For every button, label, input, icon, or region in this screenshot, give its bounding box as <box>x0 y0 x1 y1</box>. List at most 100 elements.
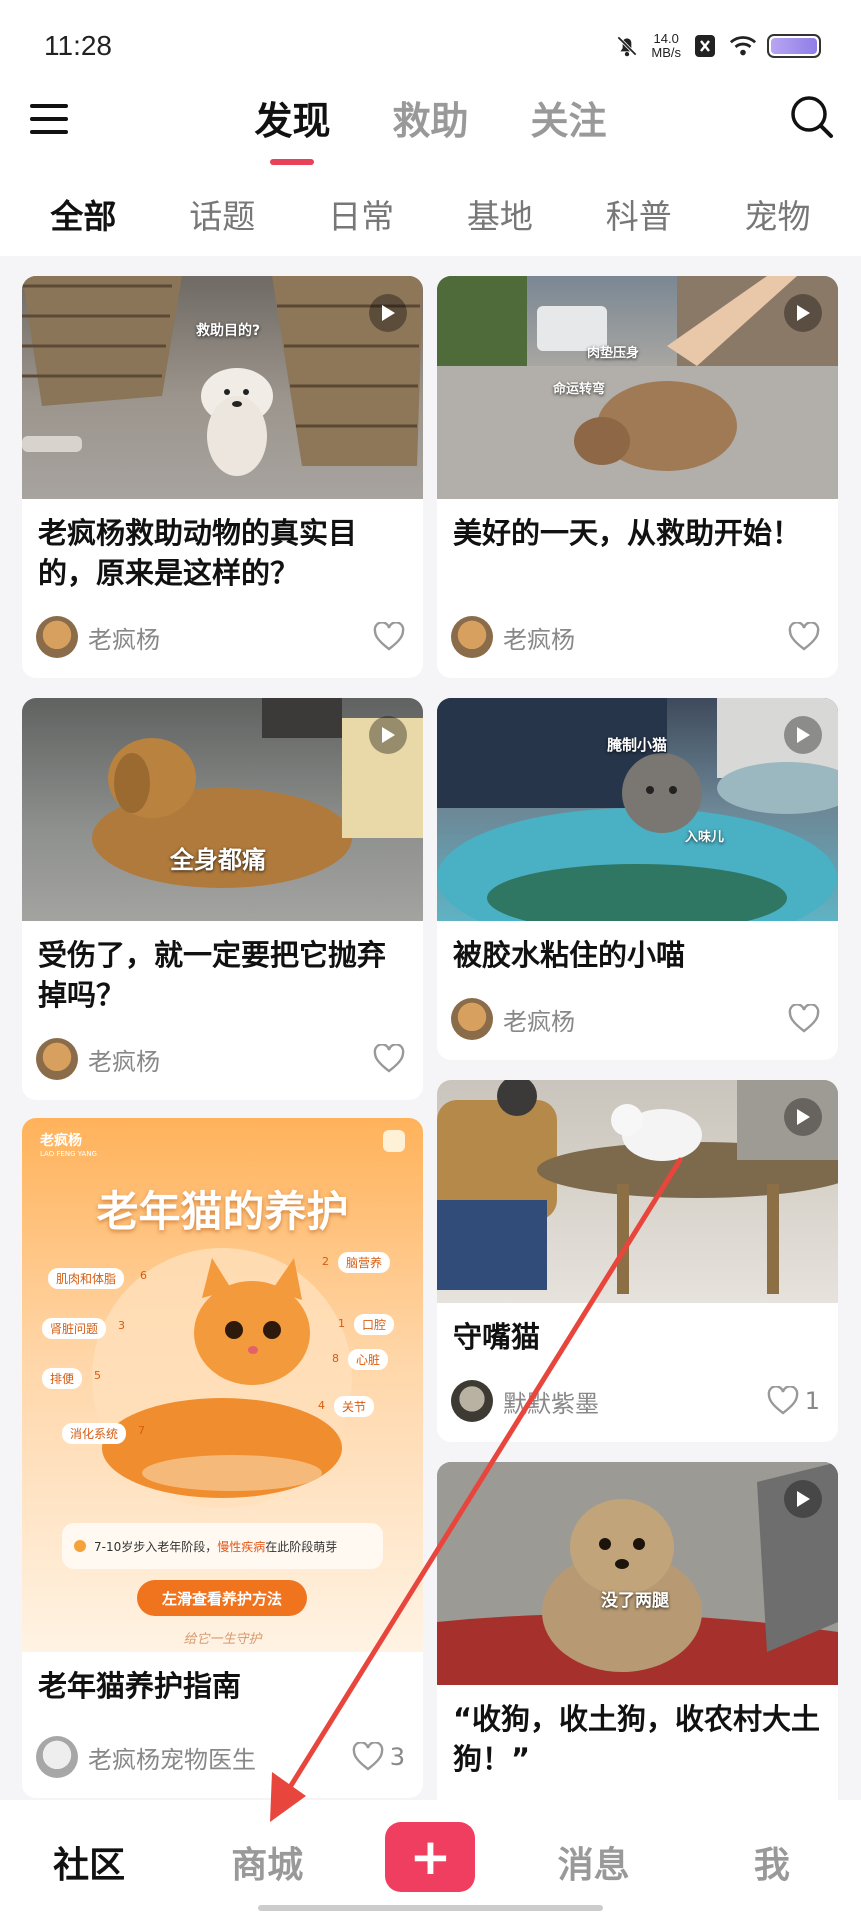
poster-tag: 肌肉和体脂 <box>48 1268 125 1289</box>
post-title[interactable]: “收狗，收土狗，收农村大土狗！” <box>437 1685 838 1779</box>
glued-kitten-image <box>437 698 838 921</box>
post-card[interactable]: 肉垫压身 命运转弯 美好的一天，从救助开始！ 老疯杨 <box>437 276 838 678</box>
tab-rescue[interactable]: 救助 <box>392 90 468 145</box>
like-button[interactable] <box>373 1044 405 1074</box>
search-icon[interactable] <box>787 92 837 142</box>
author-name[interactable]: 老疯杨 <box>503 620 788 655</box>
avatar[interactable] <box>451 998 493 1040</box>
poster-tag-num: 4 <box>318 1399 325 1412</box>
category-tabs: 全部 话题 日常 基地 科普 宠物 <box>0 190 861 254</box>
author-name[interactable]: 老疯杨宠物医生 <box>88 1740 352 1775</box>
play-icon <box>369 294 407 332</box>
thumbnail-caption: 没了两腿 <box>601 1591 669 1611</box>
post-card[interactable]: 没了两腿 “收狗，收土狗，收农村大土狗！” <box>437 1462 838 1800</box>
battery-icon <box>767 34 821 58</box>
heart-icon <box>373 622 405 651</box>
category-base[interactable]: 基地 <box>467 190 533 254</box>
tab-discover[interactable]: 发现 <box>254 90 330 145</box>
poster-tag-num: 7 <box>138 1424 145 1437</box>
post-footer: 老疯杨 <box>36 1036 405 1082</box>
poster-note: 7-10岁步入老年阶段，慢性疾病在此阶段萌芽 <box>94 1540 338 1554</box>
play-icon <box>369 716 407 754</box>
post-thumbnail[interactable]: 全身都痛 <box>22 698 423 921</box>
post-title[interactable]: 受伤了，就一定要把它抛弃掉吗？ <box>22 921 423 1015</box>
post-title[interactable]: 守嘴猫 <box>437 1303 838 1357</box>
post-thumbnail[interactable]: 老疯杨 LAO FENG YANG 老年猫的养护 肌肉和体脂 6 肾脏问题 3 … <box>22 1118 423 1652</box>
avatar[interactable] <box>451 1380 493 1422</box>
post-card[interactable]: 老疯杨 LAO FENG YANG 老年猫的养护 肌肉和体脂 6 肾脏问题 3 … <box>22 1118 423 1798</box>
post-footer: 老疯杨 <box>451 996 820 1042</box>
heart-icon <box>352 1742 384 1771</box>
post-footer: 默默紫墨 1 <box>451 1378 820 1424</box>
poster-signature: 给它一生守护 <box>183 1632 262 1647</box>
like-count: 1 <box>804 1387 820 1415</box>
mute-bell-icon <box>613 32 641 60</box>
heart-icon <box>373 1044 405 1073</box>
baskets-dog-image <box>22 276 423 476</box>
nav-me[interactable]: 我 <box>712 1836 832 1888</box>
poster-tag-num: 1 <box>338 1317 345 1330</box>
play-icon <box>784 716 822 754</box>
category-daily[interactable]: 日常 <box>328 190 394 254</box>
nav-community[interactable]: 社区 <box>29 1836 149 1888</box>
category-pets[interactable]: 宠物 <box>745 190 811 254</box>
post-thumbnail[interactable]: 腌制小猫 入味儿 <box>437 698 838 921</box>
like-button[interactable]: 1 <box>767 1386 820 1416</box>
post-card[interactable]: 全身都痛 受伤了，就一定要把它抛弃掉吗？ 老疯杨 <box>22 698 423 1100</box>
post-thumbnail[interactable]: 没了两腿 <box>437 1462 838 1685</box>
category-topics[interactable]: 话题 <box>189 190 255 254</box>
post-title[interactable]: 老年猫养护指南 <box>22 1652 423 1706</box>
heart-icon <box>788 1004 820 1033</box>
author-name[interactable]: 老疯杨 <box>88 1042 373 1077</box>
like-button[interactable] <box>788 1004 820 1034</box>
post-thumbnail[interactable]: 救助目的? <box>22 276 423 499</box>
poster-tag-num: 6 <box>140 1269 147 1282</box>
post-thumbnail[interactable] <box>437 1080 838 1303</box>
home-indicator[interactable] <box>258 1905 603 1911</box>
thumbnail-caption: 救助目的? <box>196 323 261 339</box>
post-card[interactable]: 腌制小猫 入味儿 被胶水粘住的小喵 老疯杨 <box>437 698 838 1060</box>
post-footer: 老疯杨宠物医生 3 <box>36 1734 405 1780</box>
poster-tag: 脑营养 <box>338 1252 391 1273</box>
post-footer: 老疯杨 <box>451 614 820 660</box>
play-icon <box>784 1098 822 1136</box>
poster-tag: 排便 <box>42 1368 83 1389</box>
post-title[interactable]: 被胶水粘住的小喵 <box>437 921 838 975</box>
add-post-button[interactable]: + <box>385 1822 476 1892</box>
status-bar: 11:28 14.0 MB/s <box>0 0 861 90</box>
avatar[interactable] <box>36 1038 78 1080</box>
author-name[interactable]: 老疯杨 <box>503 1002 788 1037</box>
author-name[interactable]: 老疯杨 <box>88 620 373 655</box>
post-title[interactable]: 美好的一天，从救助开始！ <box>437 499 838 553</box>
post-card[interactable]: 救助目的? 老疯杨救助动物的真实目的，原来是这样的？ 老疯杨 <box>22 276 423 678</box>
thumbnail-caption: 入味儿 <box>685 830 725 845</box>
status-icons: 14.0 MB/s <box>613 32 821 60</box>
injured-dog-image <box>92 698 423 888</box>
category-science[interactable]: 科普 <box>606 190 672 254</box>
poster-cta: 左滑查看养护方法 <box>161 1590 282 1608</box>
nav-messages[interactable]: 消息 <box>534 1836 654 1888</box>
avatar[interactable] <box>36 1736 78 1778</box>
play-icon <box>784 294 822 332</box>
nav-mall[interactable]: 商城 <box>207 1836 327 1888</box>
poster-tag-num: 5 <box>94 1369 101 1382</box>
bottom-nav: 社区 商城 + 消息 我 <box>0 1800 861 1920</box>
poster-tag-num: 3 <box>118 1319 125 1332</box>
like-button[interactable] <box>373 622 405 652</box>
post-title[interactable]: 老疯杨救助动物的真实目的，原来是这样的？ <box>22 499 423 593</box>
author-name[interactable]: 默默紫墨 <box>503 1384 767 1419</box>
thumbnail-caption: 全身都痛 <box>170 846 266 874</box>
avatar[interactable] <box>451 616 493 658</box>
post-thumbnail[interactable]: 肉垫压身 命运转弯 <box>437 276 838 499</box>
post-card[interactable]: 守嘴猫 默默紫墨 1 <box>437 1080 838 1442</box>
thumbnail-caption: 肉垫压身 <box>587 346 640 361</box>
avatar[interactable] <box>36 616 78 658</box>
network-speed: 14.0 MB/s <box>651 31 681 60</box>
like-button[interactable]: 3 <box>352 1742 405 1772</box>
tab-follow[interactable]: 关注 <box>531 90 607 145</box>
like-button[interactable] <box>788 622 820 652</box>
category-all[interactable]: 全部 <box>50 190 116 254</box>
top-header: 发现 救助 关注 <box>0 90 861 170</box>
thumbnail-caption: 命运转弯 <box>553 382 606 397</box>
poster-tag: 心脏 <box>348 1349 389 1370</box>
